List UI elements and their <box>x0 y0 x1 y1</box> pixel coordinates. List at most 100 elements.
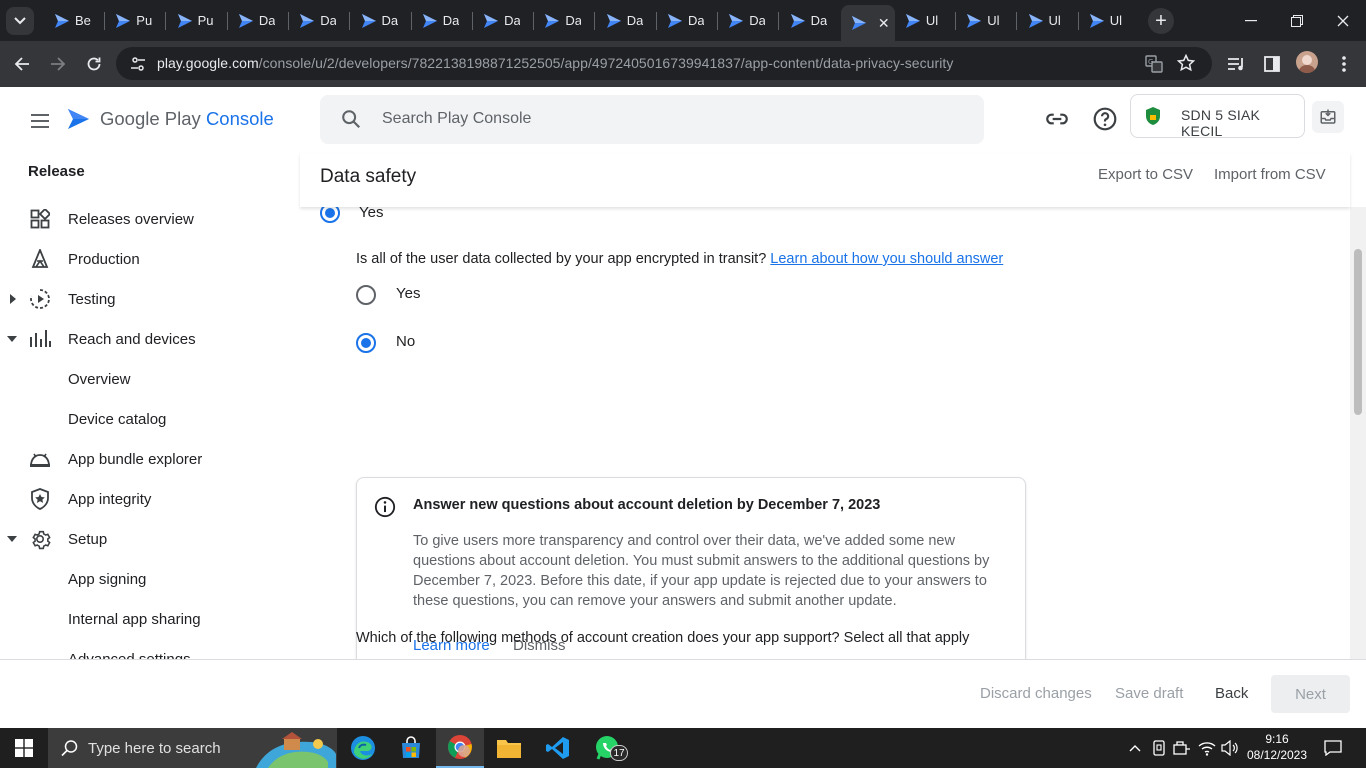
browser-tab[interactable]: Da <box>228 5 289 36</box>
sidebar-item-releases-overview[interactable]: Releases overview <box>0 199 300 239</box>
browser-tab[interactable]: Da <box>412 5 473 36</box>
play-console-favicon-icon <box>1028 13 1043 28</box>
browser-tab[interactable]: Ul <box>895 5 956 36</box>
import-csv-button[interactable]: Import from CSV <box>1214 166 1326 183</box>
copy-link-button[interactable] <box>1044 106 1070 132</box>
taskbar-whatsapp[interactable]: 17 <box>583 728 631 768</box>
tray-volume-button[interactable] <box>1221 739 1239 757</box>
testing-icon <box>29 288 51 310</box>
export-csv-button[interactable]: Export to CSV <box>1098 166 1193 183</box>
close-tab-icon[interactable]: ✕ <box>878 15 890 32</box>
restore-button[interactable] <box>1274 0 1320 41</box>
discard-changes-button[interactable]: Discard changes <box>980 685 1092 702</box>
taskbar-vscode[interactable] <box>534 728 582 768</box>
tab-search-dropdown[interactable] <box>6 7 34 35</box>
info-icon <box>374 496 396 518</box>
encrypted-no-radio[interactable] <box>356 333 376 353</box>
taskbar-store[interactable] <box>387 728 435 768</box>
tab-title: Da <box>749 13 766 28</box>
taskbar-edge[interactable] <box>339 728 387 768</box>
search-console-input[interactable]: Search Play Console <box>320 95 984 144</box>
show-hidden-icons-button[interactable] <box>1126 739 1144 757</box>
svg-text:G: G <box>1148 58 1153 66</box>
expand-down-icon[interactable] <box>6 533 18 545</box>
play-console-favicon-icon <box>177 13 192 28</box>
expand-down-icon[interactable] <box>6 333 18 345</box>
hamburger-menu-icon <box>31 114 49 128</box>
production-icon <box>29 248 51 270</box>
sidebar-item-app-signing[interactable]: App signing <box>0 559 300 599</box>
help-button[interactable] <box>1092 106 1118 132</box>
sidebar-item-overview[interactable]: Overview <box>0 359 300 399</box>
new-tab-button[interactable]: + <box>1148 8 1174 34</box>
search-placeholder: Search Play Console <box>382 110 532 127</box>
play-console-favicon-icon <box>967 13 982 28</box>
media-control-button[interactable] <box>1225 53 1247 75</box>
browser-tab[interactable]: Da <box>596 5 657 36</box>
search-icon <box>61 740 78 757</box>
sidebar-item-setup[interactable]: Setup <box>0 519 300 559</box>
browser-tab-active[interactable]: ✕ <box>840 5 895 41</box>
browser-tab[interactable]: Ul <box>1018 5 1079 36</box>
play-console-logo[interactable]: Google Play Console <box>66 106 274 132</box>
sidebar-item-app-integrity[interactable]: App integrity <box>0 479 300 519</box>
sidebar-item-internal-app-sharing[interactable]: Internal app sharing <box>0 599 300 639</box>
minimize-button[interactable] <box>1228 0 1274 41</box>
back-nav-button[interactable] <box>8 50 36 78</box>
browser-tab[interactable]: Pu <box>105 5 166 36</box>
main-menu-button[interactable] <box>28 109 52 133</box>
browser-tab[interactable]: Ul <box>1079 5 1140 36</box>
play-console-favicon-icon <box>116 13 131 28</box>
start-button[interactable] <box>0 728 48 768</box>
translate-icon[interactable]: G <box>1145 55 1163 73</box>
sidebar-item-testing[interactable]: Testing <box>0 279 300 319</box>
account-avatar <box>1139 102 1167 130</box>
notifications-button[interactable] <box>1324 739 1342 757</box>
expand-right-icon[interactable] <box>6 293 18 305</box>
content-scrollbar[interactable] <box>1350 207 1366 659</box>
browser-tab[interactable]: Ul <box>956 5 1017 36</box>
reload-button[interactable] <box>80 50 108 78</box>
taskbar-chrome[interactable] <box>436 728 484 768</box>
browser-tab[interactable]: Da <box>351 5 412 36</box>
next-button[interactable]: Next <box>1271 675 1350 713</box>
back-button[interactable]: Back <box>1215 685 1248 702</box>
tab-title: Ul <box>1109 13 1123 28</box>
system-clock[interactable]: 9:16 08/12/2023 <box>1243 731 1311 763</box>
browser-tab[interactable]: Da <box>657 5 718 36</box>
sidebar-item-app-bundle-explorer[interactable]: App bundle explorer <box>0 439 300 479</box>
browser-tab[interactable]: Da <box>289 5 350 36</box>
tray-device-button[interactable] <box>1150 739 1168 757</box>
browser-menu-button[interactable] <box>1333 53 1355 75</box>
taskbar-search-input[interactable]: Type here to search <box>48 728 337 768</box>
browser-tab[interactable]: Be <box>44 5 105 36</box>
forward-nav-button[interactable] <box>44 50 72 78</box>
browser-tab[interactable]: Da <box>473 5 534 36</box>
close-window-button[interactable] <box>1320 0 1366 41</box>
browser-tab[interactable]: Da <box>718 5 779 36</box>
browser-tab[interactable]: Da <box>780 5 841 36</box>
link-icon <box>1046 113 1068 125</box>
tray-wifi-button[interactable] <box>1198 739 1216 757</box>
inbox-button[interactable] <box>1312 101 1344 133</box>
save-draft-button[interactable]: Save draft <box>1115 685 1183 702</box>
profile-avatar[interactable] <box>1296 51 1318 73</box>
account-switcher[interactable]: SDN 5 SIAK KECIL <box>1130 94 1305 139</box>
arrow-right-icon <box>51 57 66 71</box>
encrypted-yes-radio[interactable] <box>356 285 376 305</box>
sidebar-item-label: Production <box>68 250 140 268</box>
site-settings-icon[interactable] <box>130 56 146 72</box>
sidebar-item-device-catalog[interactable]: Device catalog <box>0 399 300 439</box>
browser-tab[interactable]: Pu <box>167 5 228 36</box>
tray-network-button[interactable] <box>1173 739 1191 757</box>
sidebar-item-reach-and-devices[interactable]: Reach and devices <box>0 319 300 359</box>
scrollbar-thumb[interactable] <box>1354 249 1362 415</box>
learn-how-to-answer-link[interactable]: Learn about how you should answer <box>770 251 1003 267</box>
side-panel-button[interactable] <box>1261 53 1283 75</box>
browser-tab-bar: Be Pu Pu Da Da Da Da Da Da Da Da Da Da ✕ Ul Ul Ul Ul + <box>0 0 1366 41</box>
address-bar[interactable]: play.google.com/console/u/2/developers/7… <box>116 47 1212 80</box>
bookmark-star-icon[interactable] <box>1177 54 1195 72</box>
sidebar-item-production[interactable]: Production <box>0 239 300 279</box>
browser-tab[interactable]: Da <box>534 5 595 36</box>
taskbar-file-explorer[interactable] <box>485 728 533 768</box>
